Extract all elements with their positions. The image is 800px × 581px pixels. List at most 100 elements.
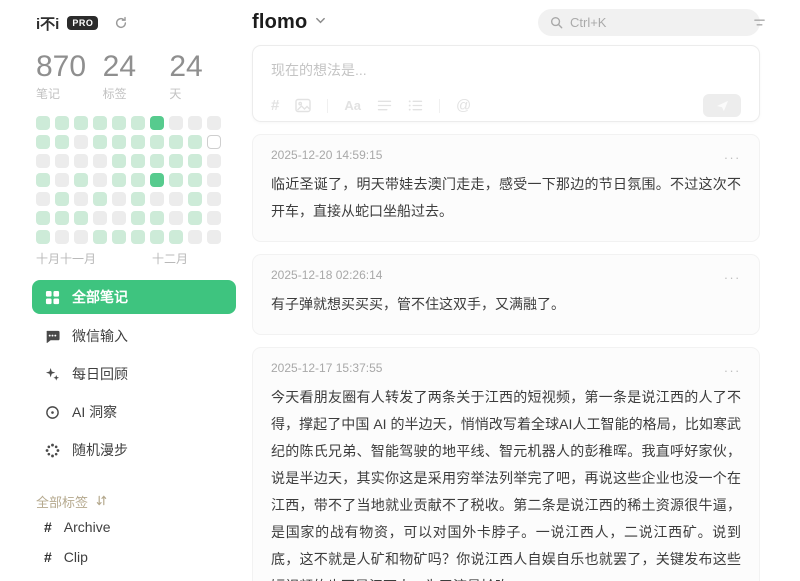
- sidebar-tag-dayone[interactable]: # DayOne: [32, 572, 236, 581]
- heatmap-cell[interactable]: [93, 173, 107, 187]
- heatmap-cell[interactable]: [169, 192, 183, 206]
- list-icon[interactable]: [408, 99, 423, 112]
- image-icon[interactable]: [295, 98, 311, 113]
- heatmap-cell[interactable]: [112, 135, 126, 149]
- heatmap-cell[interactable]: [131, 230, 145, 244]
- heatmap-cell[interactable]: [169, 154, 183, 168]
- heatmap-cell[interactable]: [74, 230, 88, 244]
- user-name[interactable]: i不i: [36, 13, 59, 34]
- tags-sort-icon[interactable]: [96, 494, 107, 509]
- checklist-icon[interactable]: [377, 99, 392, 112]
- hash-icon[interactable]: #: [271, 98, 279, 113]
- filter-icon[interactable]: [753, 16, 766, 29]
- heatmap-cell[interactable]: [55, 154, 69, 168]
- sparkle-icon: [44, 366, 60, 382]
- heatmap-cell[interactable]: [188, 173, 202, 187]
- heatmap-cell[interactable]: [207, 211, 221, 225]
- heatmap-cell[interactable]: [74, 116, 88, 130]
- heatmap-cell[interactable]: [93, 211, 107, 225]
- heatmap-cell[interactable]: [150, 211, 164, 225]
- heatmap-cell[interactable]: [74, 211, 88, 225]
- heatmap-cell[interactable]: [131, 116, 145, 130]
- heatmap-cell[interactable]: [93, 116, 107, 130]
- heatmap-cell[interactable]: [74, 154, 88, 168]
- note-text: 临近圣诞了，明天带娃去澳门走走，感受一下那边的节日氛围。不过这次不开车，直接从蛇…: [271, 171, 741, 225]
- heatmap-cell[interactable]: [55, 211, 69, 225]
- sync-refresh-icon[interactable]: [114, 16, 128, 30]
- heatmap-cell[interactable]: [36, 230, 50, 244]
- heatmap-cell[interactable]: [150, 154, 164, 168]
- heatmap-cell[interactable]: [36, 192, 50, 206]
- heatmap-cell[interactable]: [93, 135, 107, 149]
- heatmap-cell[interactable]: [36, 173, 50, 187]
- heatmap-cell[interactable]: [188, 230, 202, 244]
- heatmap-cell[interactable]: [207, 135, 221, 149]
- heatmap-cell[interactable]: [112, 211, 126, 225]
- heatmap-cell[interactable]: [131, 173, 145, 187]
- heatmap-cell[interactable]: [207, 230, 221, 244]
- heatmap-cell[interactable]: [112, 192, 126, 206]
- more-menu-icon[interactable]: ...: [724, 272, 741, 278]
- sidebar-item-wechat-input[interactable]: 微信输入: [32, 320, 236, 352]
- heatmap-cell[interactable]: [36, 116, 50, 130]
- heatmap-cell[interactable]: [188, 211, 202, 225]
- month-label: 十月十一月: [36, 250, 96, 267]
- heatmap-cell[interactable]: [112, 116, 126, 130]
- heatmap-cell[interactable]: [55, 230, 69, 244]
- heatmap-cell[interactable]: [188, 192, 202, 206]
- heatmap-cell[interactable]: [93, 230, 107, 244]
- more-menu-icon[interactable]: ...: [724, 365, 741, 371]
- text-format-icon[interactable]: Aa: [344, 99, 361, 112]
- send-button[interactable]: [703, 94, 741, 117]
- heatmap-cell[interactable]: [55, 116, 69, 130]
- mention-icon[interactable]: @: [456, 98, 471, 113]
- heatmap-cell[interactable]: [131, 211, 145, 225]
- heatmap-cell[interactable]: [74, 173, 88, 187]
- heatmap-cell[interactable]: [169, 116, 183, 130]
- heatmap-cell[interactable]: [207, 154, 221, 168]
- heatmap-cell[interactable]: [188, 154, 202, 168]
- heatmap-cell[interactable]: [169, 173, 183, 187]
- heatmap-cell[interactable]: [150, 192, 164, 206]
- sidebar-item-all-notes[interactable]: 全部笔记: [32, 280, 236, 314]
- heatmap-cell[interactable]: [188, 135, 202, 149]
- heatmap-cell[interactable]: [150, 135, 164, 149]
- sidebar-tag-clip[interactable]: # Clip: [32, 542, 236, 571]
- search-input[interactable]: [570, 15, 746, 30]
- heatmap-cell[interactable]: [131, 135, 145, 149]
- heatmap-cell[interactable]: [188, 116, 202, 130]
- heatmap-cell[interactable]: [169, 135, 183, 149]
- heatmap-cell[interactable]: [93, 192, 107, 206]
- heatmap-cell[interactable]: [169, 211, 183, 225]
- heatmap-cell[interactable]: [112, 173, 126, 187]
- sidebar-item-random-walk[interactable]: 随机漫步: [32, 434, 236, 466]
- note-editor[interactable]: 现在的想法是... # Aa @: [252, 45, 760, 122]
- heatmap-cell[interactable]: [74, 192, 88, 206]
- heatmap-cell[interactable]: [150, 116, 164, 130]
- pro-badge[interactable]: PRO: [67, 16, 98, 30]
- sidebar-item-ai-insight[interactable]: AI 洞察: [32, 396, 236, 428]
- heatmap-cell[interactable]: [55, 192, 69, 206]
- heatmap-cell[interactable]: [36, 135, 50, 149]
- sidebar-item-daily-review[interactable]: 每日回顾: [32, 358, 236, 390]
- heatmap-cell[interactable]: [74, 135, 88, 149]
- logo-menu[interactable]: flomo: [252, 11, 326, 34]
- heatmap-cell[interactable]: [36, 211, 50, 225]
- sidebar-tag-archive[interactable]: # Archive: [32, 512, 236, 541]
- heatmap-cell[interactable]: [131, 154, 145, 168]
- heatmap-cell[interactable]: [112, 154, 126, 168]
- heatmap-cell[interactable]: [207, 192, 221, 206]
- heatmap-cell[interactable]: [207, 116, 221, 130]
- heatmap-cell[interactable]: [112, 230, 126, 244]
- heatmap-cell[interactable]: [169, 230, 183, 244]
- heatmap-cell[interactable]: [55, 135, 69, 149]
- heatmap-cell[interactable]: [131, 192, 145, 206]
- heatmap-cell[interactable]: [36, 154, 50, 168]
- heatmap-cell[interactable]: [150, 230, 164, 244]
- heatmap-cell[interactable]: [93, 154, 107, 168]
- heatmap-cell[interactable]: [207, 173, 221, 187]
- heatmap-cell[interactable]: [55, 173, 69, 187]
- more-menu-icon[interactable]: ...: [724, 152, 741, 158]
- note-header: 2025-12-18 02:26:14 ...: [271, 268, 741, 282]
- heatmap-cell[interactable]: [150, 173, 164, 187]
